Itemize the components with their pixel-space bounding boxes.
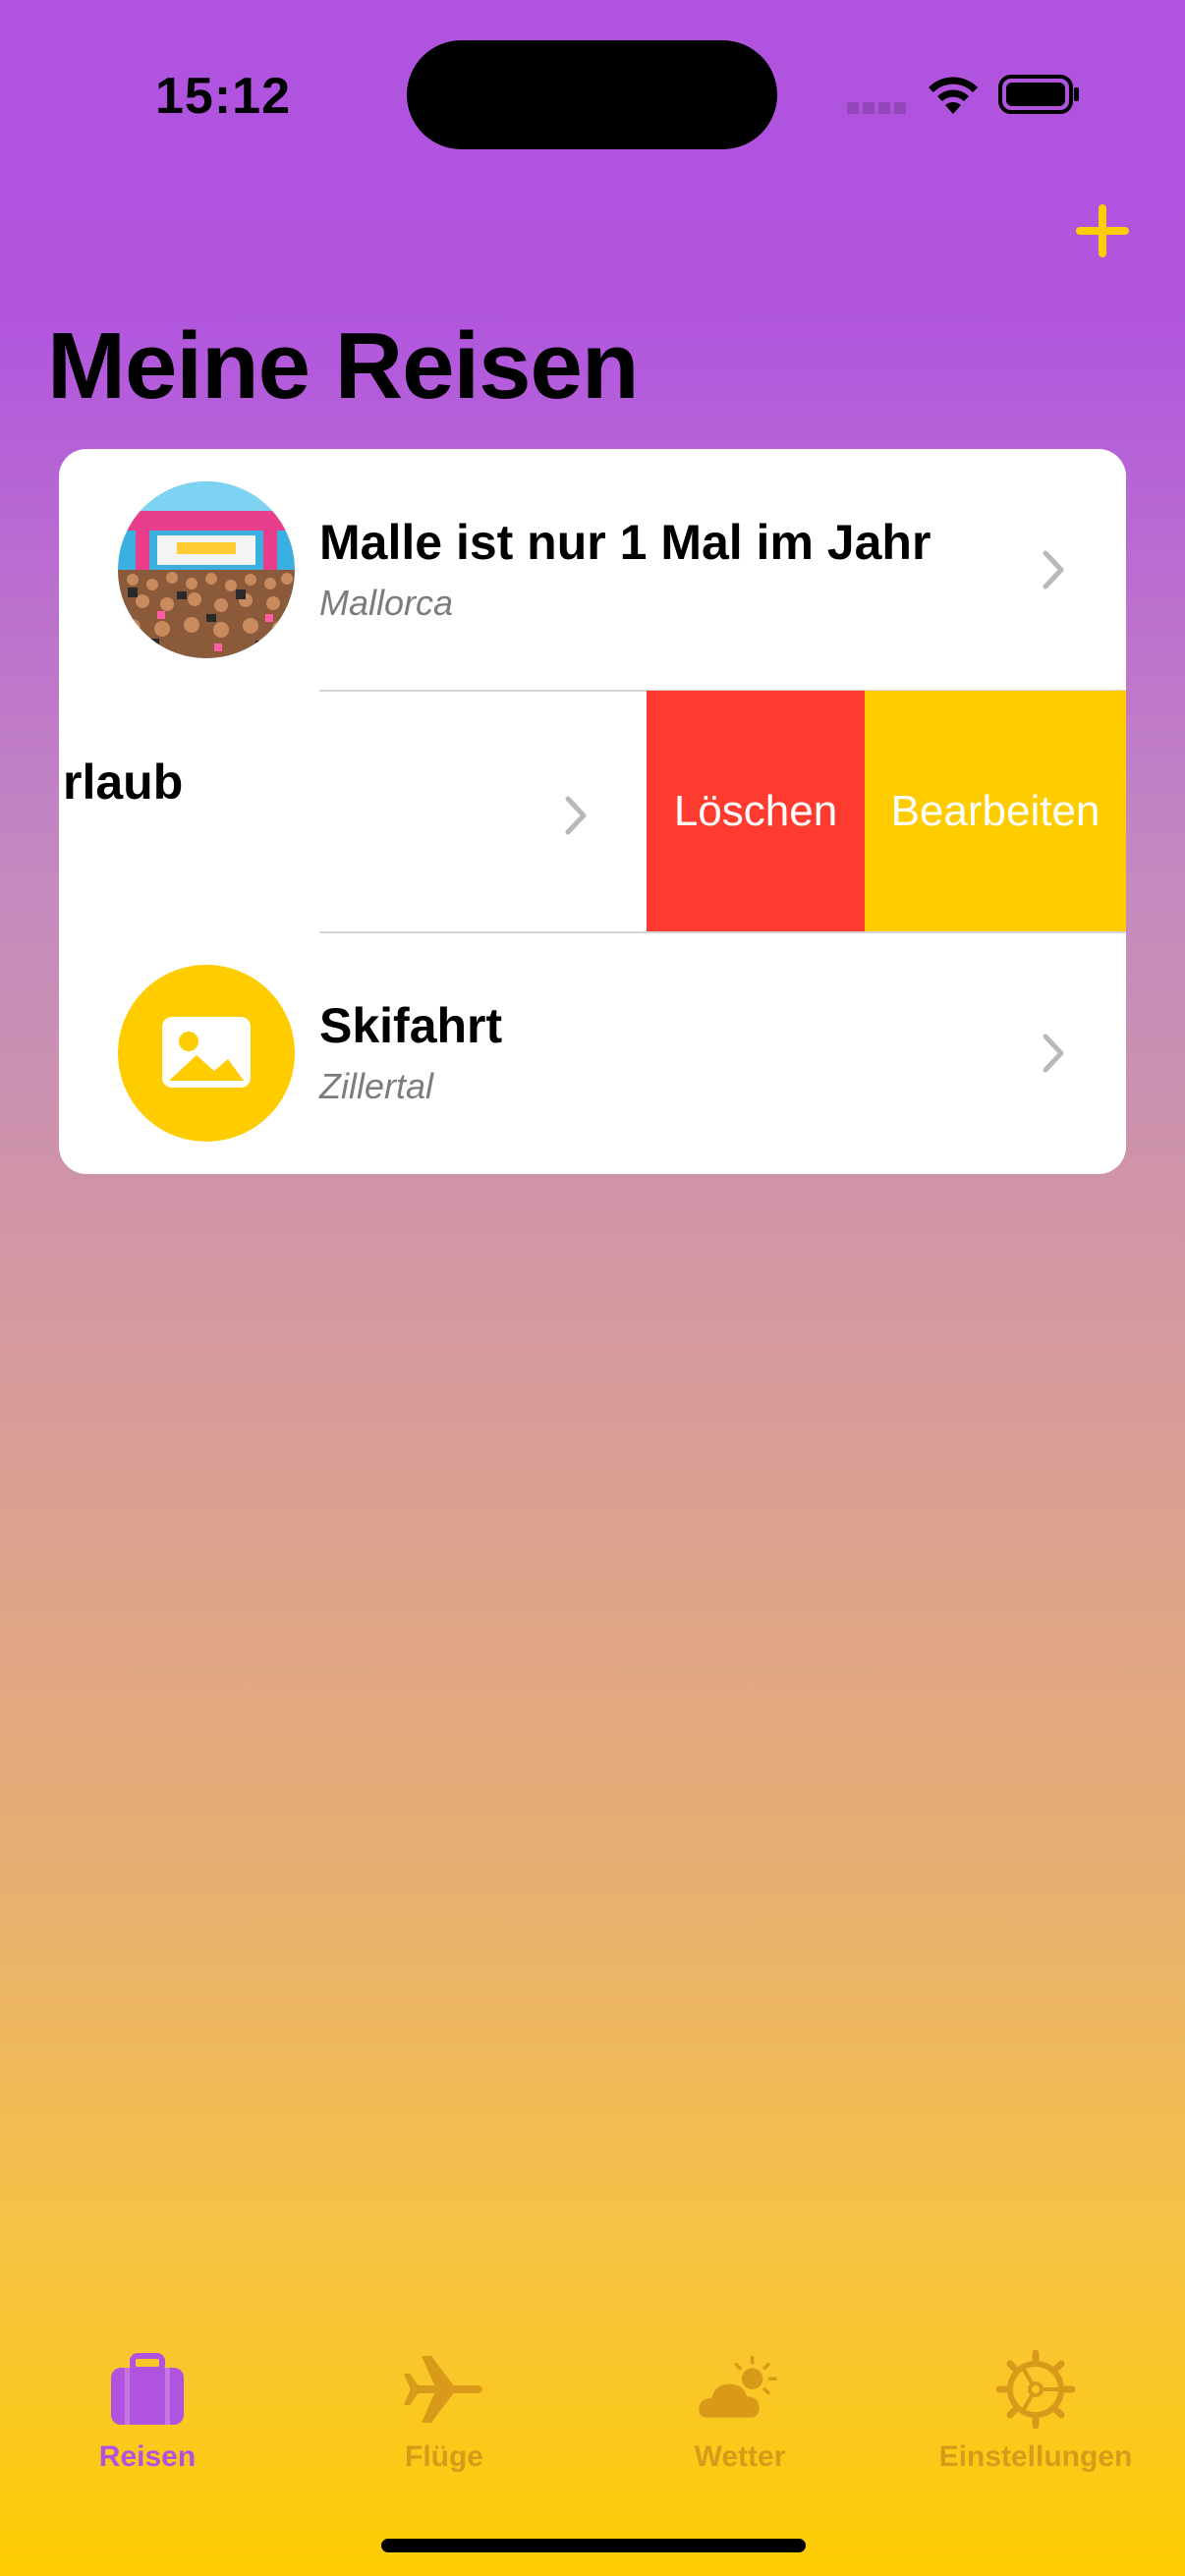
tab-label: Flüge [405, 2440, 483, 2473]
trip-list: Malle ist nur 1 Mal im Jahr Mallorca rla… [59, 449, 1126, 1174]
cloud-sun-icon [699, 2355, 777, 2418]
tab-fluege[interactable]: Flüge [336, 2350, 552, 2474]
tab-label: Einstellungen [938, 2440, 1133, 2473]
tab-label: Reisen [98, 2440, 197, 2473]
trip-title: Malle ist nur 1 Mal im Jahr [319, 515, 931, 570]
trip-row-swiped[interactable]: rlaub Löschen Bearbeiten [59, 691, 1126, 932]
chevron-right-icon [565, 796, 587, 835]
suitcase-icon [111, 2353, 184, 2425]
tab-einstellungen[interactable]: Einstellungen [928, 2350, 1144, 2474]
tab-label: Wetter [694, 2440, 786, 2473]
wifi-icon [929, 77, 978, 114]
chevron-right-icon [1043, 1034, 1064, 1073]
chevron-right-icon [1043, 550, 1064, 589]
tab-bar: Reisen Flüge Wetter Einstellungen [0, 2301, 1185, 2576]
dynamic-island [407, 40, 777, 149]
cellular-signal-icon [847, 102, 908, 116]
trip-row-skifahrt[interactable]: Skifahrt Zillertal [59, 932, 1126, 1174]
gear-icon [995, 2350, 1076, 2429]
delete-button[interactable]: Löschen [647, 691, 865, 932]
party-crowd-photo [118, 481, 295, 658]
tab-reisen[interactable]: Reisen [39, 2350, 255, 2474]
trip-title: rlaub [63, 755, 184, 810]
page-title: Meine Reisen [47, 313, 640, 419]
battery-icon [998, 75, 1079, 114]
trip-title: Skifahrt [319, 998, 503, 1053]
trip-location: Zillertal [319, 1066, 434, 1106]
image-placeholder-icon [162, 1017, 251, 1088]
tab-wetter[interactable]: Wetter [632, 2350, 848, 2474]
edit-button[interactable]: Bearbeiten [865, 691, 1126, 932]
airplane-icon [404, 2356, 482, 2423]
trip-image [118, 481, 295, 658]
trip-row-mallorca[interactable]: Malle ist nur 1 Mal im Jahr Mallorca [59, 449, 1126, 691]
home-indicator[interactable] [381, 2539, 806, 2552]
status-bar: 15:12 [0, 0, 1185, 196]
trip-image [118, 965, 295, 1142]
add-trip-button[interactable] [1072, 200, 1133, 261]
trip-location: Mallorca [319, 583, 454, 623]
status-time: 15:12 [155, 68, 291, 125]
